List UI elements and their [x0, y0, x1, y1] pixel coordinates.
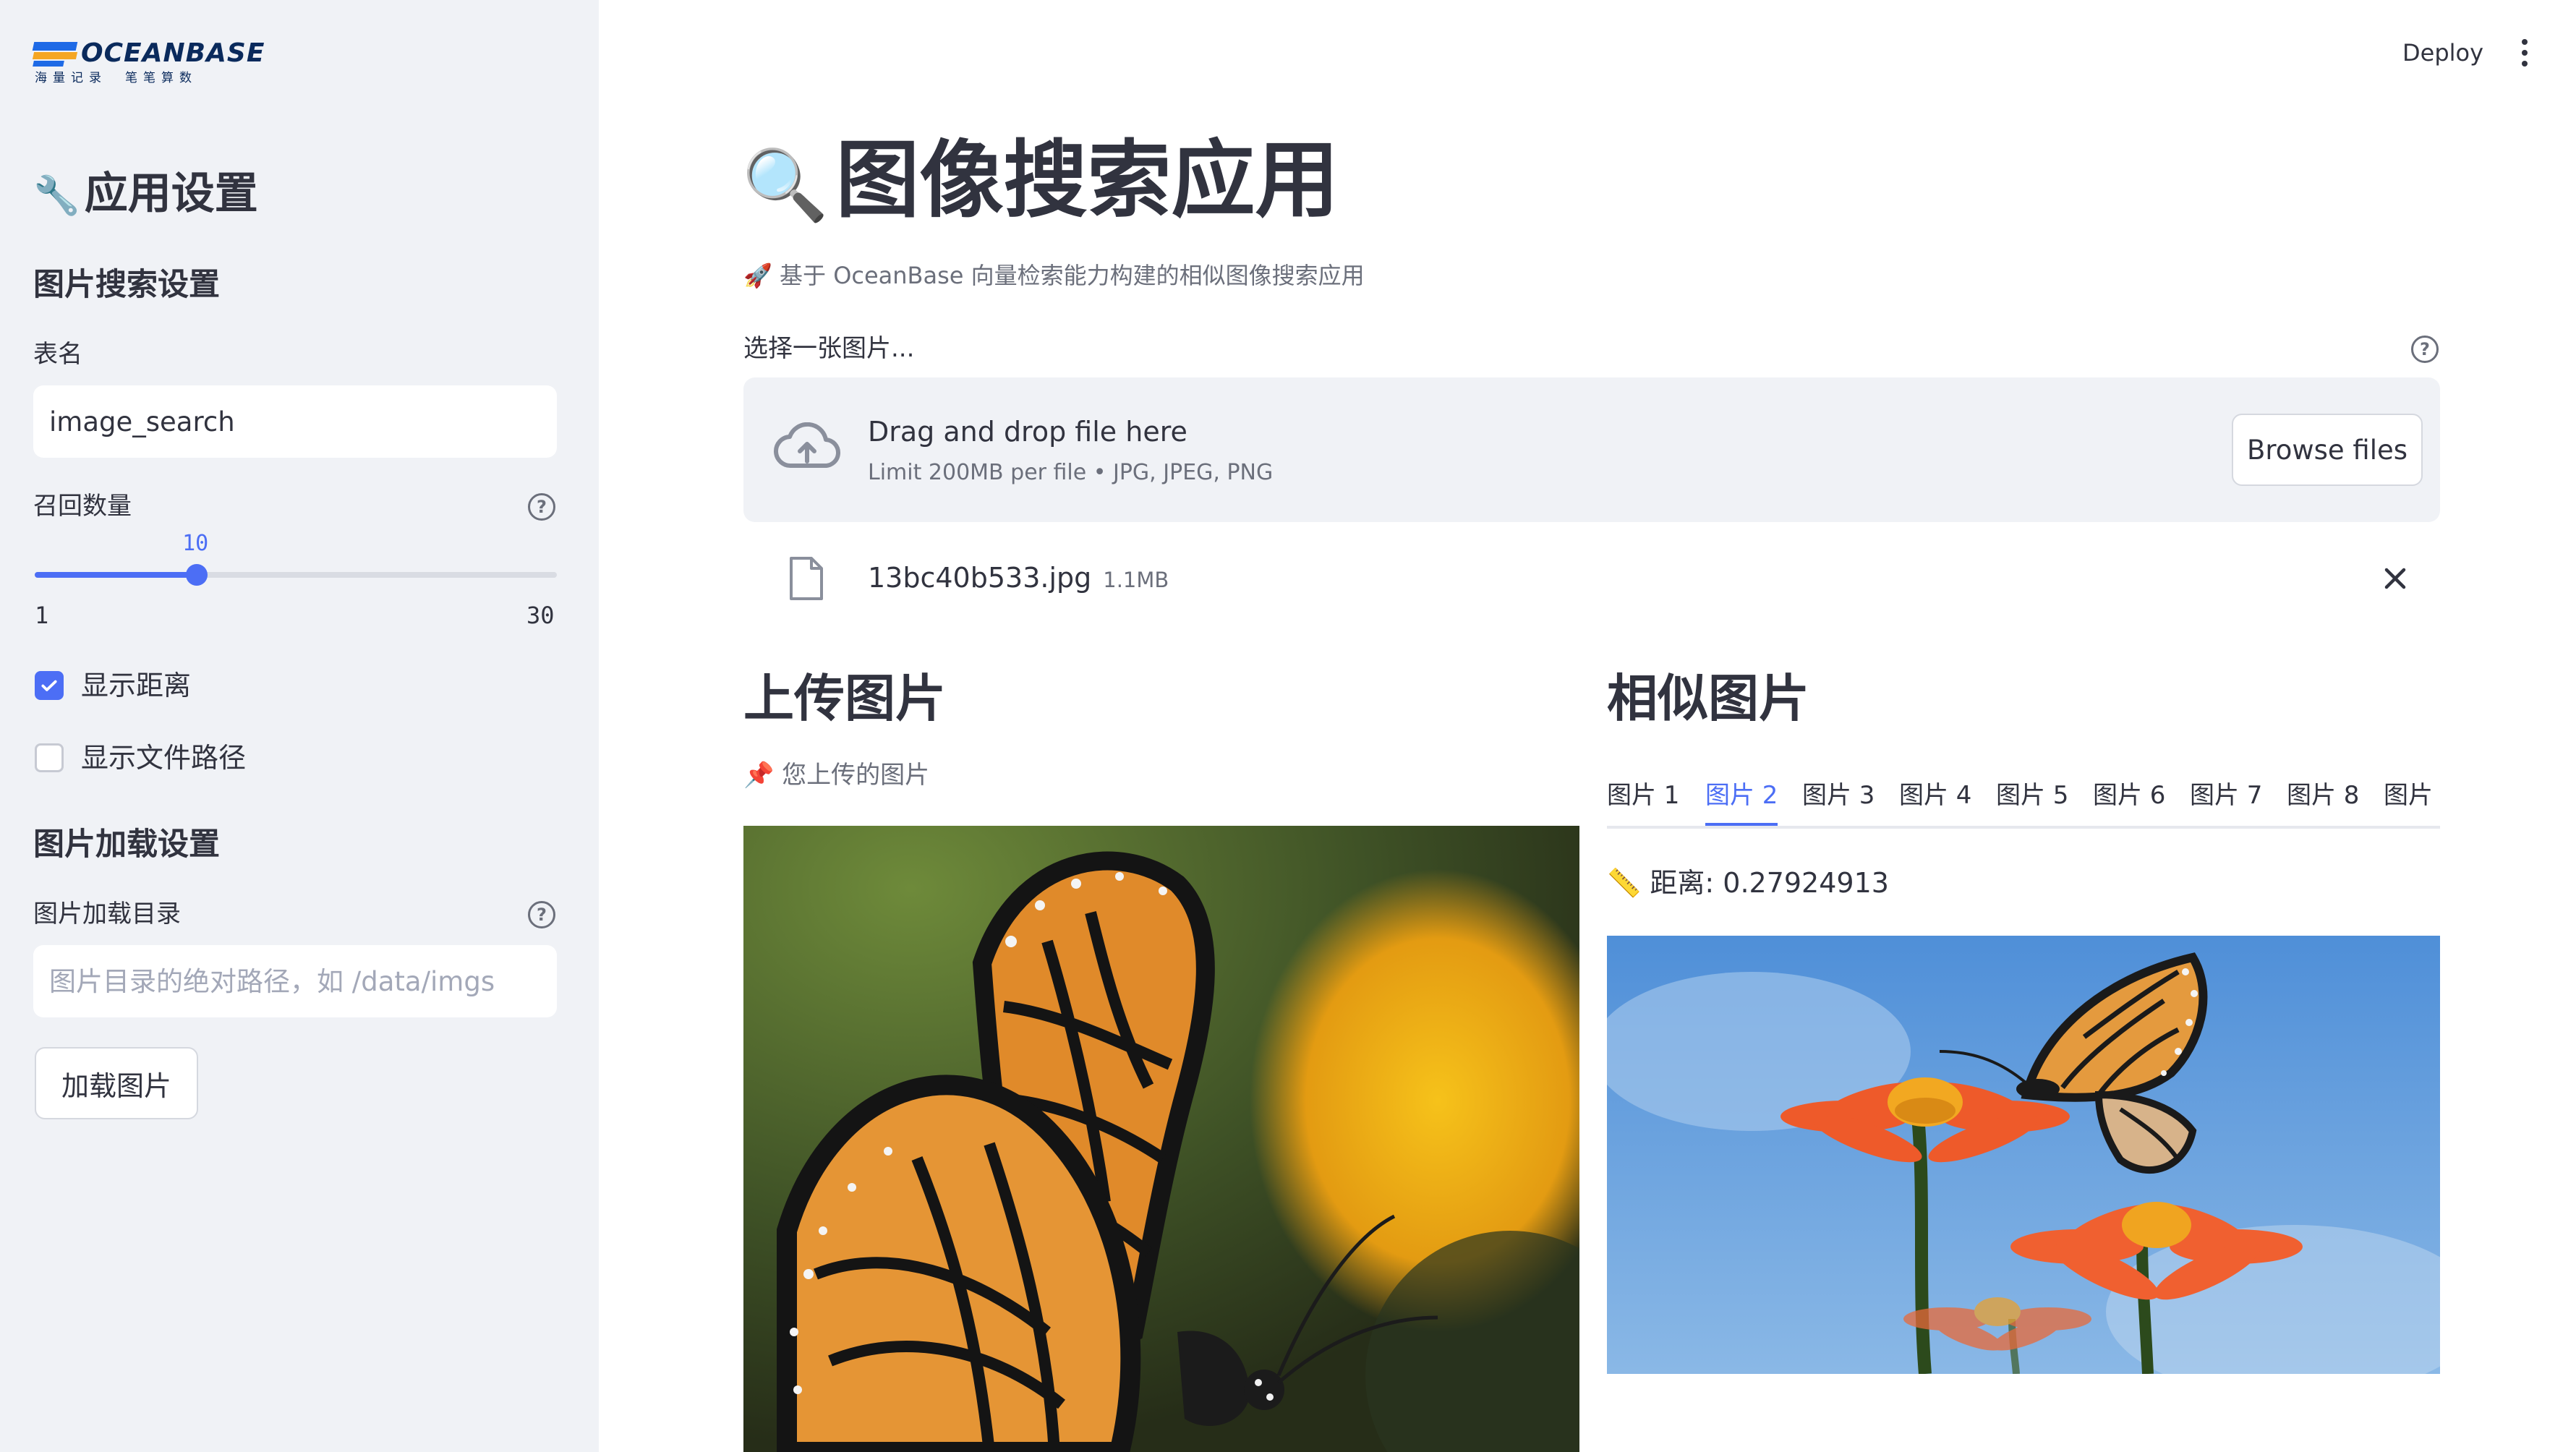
logo-tagline: 海量记录 笔笔算数 [35, 71, 197, 85]
show-distance-option[interactable]: 显示距离 [35, 667, 191, 704]
load-images-button[interactable]: 加载图片 [35, 1047, 198, 1119]
show-path-checkbox[interactable] [35, 743, 64, 772]
similar-images-heading: 相似图片 [1607, 669, 1809, 728]
wrench-icon: 🔧 [33, 174, 80, 218]
file-size: 1.1MB [1103, 568, 1169, 592]
active-tab-indicator [1705, 823, 1778, 826]
recall-count-label: 召回数量 [33, 492, 132, 521]
page-title-text: 图像搜索应用 [835, 132, 1339, 229]
recall-slider-thumb[interactable] [186, 564, 208, 586]
uploaded-butterfly-image [743, 826, 1579, 1452]
tab-image-3[interactable]: 图片 3 [1802, 774, 1875, 817]
sidebar: OCEANBASE 海量记录 笔笔算数 🔧应用设置 图片搜索设置 表名 召回数量… [0, 0, 599, 1452]
logo-brand: OCEANBASE [81, 38, 265, 68]
app-root: OCEANBASE 海量记录 笔笔算数 🔧应用设置 图片搜索设置 表名 召回数量… [0, 0, 2576, 1452]
deploy-button[interactable]: Deploy [2402, 36, 2483, 69]
recall-slider-fill [35, 572, 197, 578]
uploaded-file-name: 13bc40b533.jpg 1.1MB [868, 558, 1169, 599]
dropzone-limit: Limit 200MB per file • JPG, JPEG, PNG [868, 460, 1274, 485]
slider-max-label: 30 [526, 602, 555, 629]
oceanbase-logo-mark [32, 42, 78, 67]
distance-readout: 📏 距离: 0.27924913 [1607, 867, 1889, 899]
sidebar-title: 🔧 应用设置 [33, 165, 258, 225]
slider-current-value: 10 [182, 531, 209, 556]
tab-image-1[interactable]: 图片 1 [1607, 774, 1679, 817]
table-name-input[interactable] [33, 385, 557, 458]
page-title: 🔍图像搜索应用 [742, 130, 1339, 236]
tab-image-2[interactable]: 图片 2 [1705, 774, 1778, 817]
help-icon[interactable]: ? [2411, 336, 2439, 363]
tab-image-7[interactable]: 图片 7 [2190, 774, 2262, 817]
page-subtitle: 🚀 基于 OceanBase 向量检索能力构建的相似图像搜索应用 [743, 262, 1365, 289]
upload-image-heading: 上传图片 [743, 669, 946, 728]
load-dir-label: 图片加载目录 [33, 900, 181, 928]
slider-min-label: 1 [35, 602, 49, 629]
close-icon[interactable] [2382, 565, 2408, 592]
tab-image-5[interactable]: 图片 5 [1996, 774, 2068, 817]
file-icon [790, 557, 823, 600]
search-settings-heading: 图片搜索设置 [33, 267, 220, 303]
load-settings-heading: 图片加载设置 [33, 827, 220, 863]
dropzone-instruction: Drag and drop file here [868, 416, 1187, 448]
uploaded-butterfly-picture [743, 826, 1579, 1452]
show-path-option[interactable]: 显示文件路径 [35, 739, 246, 777]
help-icon[interactable]: ? [528, 493, 555, 521]
similar-butterfly-image [1607, 936, 2440, 1374]
kebab-menu-icon[interactable] [2520, 38, 2530, 68]
sidebar-title-text: 应用设置 [84, 168, 258, 219]
checkmark-icon [41, 680, 57, 691]
browse-files-button[interactable]: Browse files [2232, 414, 2423, 486]
similar-images-tabs: 图片 1 图片 2 图片 3 图片 4 图片 5 图片 6 图片 7 图片 8 … [1607, 765, 2440, 829]
tab-image-6[interactable]: 图片 6 [2093, 774, 2165, 817]
show-distance-label: 显示距离 [81, 670, 192, 701]
help-icon[interactable]: ? [528, 901, 555, 928]
file-dropzone[interactable]: Drag and drop file here Limit 200MB per … [743, 377, 2440, 522]
uploader-label: 选择一张图片... [743, 334, 915, 363]
cloud-upload-icon [773, 422, 841, 469]
recall-slider-track[interactable] [35, 572, 557, 578]
uploaded-file-row: 13bc40b533.jpg 1.1MB [743, 550, 2440, 622]
load-dir-input[interactable] [33, 945, 557, 1017]
tab-image-4[interactable]: 图片 4 [1899, 774, 1971, 817]
magnifier-icon: 🔍 [742, 145, 829, 226]
table-name-label: 表名 [33, 340, 82, 369]
similar-butterfly-picture [1607, 936, 2440, 1374]
show-distance-checkbox[interactable] [35, 671, 64, 700]
oceanbase-logo: OCEANBASE 海量记录 笔笔算数 [32, 38, 264, 88]
show-path-label: 显示文件路径 [81, 742, 247, 774]
tab-image-8[interactable]: 图片 8 [2287, 774, 2359, 817]
file-name-text: 13bc40b533.jpg [868, 562, 1092, 594]
tab-image-9[interactable]: 图片 [2384, 774, 2433, 817]
upload-image-caption: 📌 您上传的图片 [743, 761, 930, 790]
